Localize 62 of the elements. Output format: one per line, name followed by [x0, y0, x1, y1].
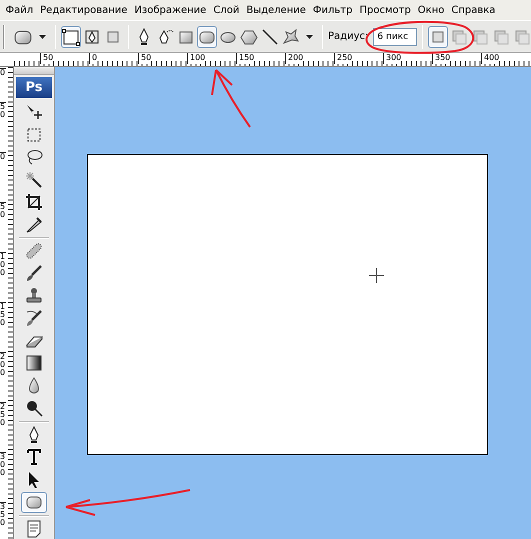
- menu-item[interactable]: Выделение: [242, 4, 310, 16]
- ruler-label: 400: [481, 53, 500, 64]
- panel-header: [14, 67, 54, 76]
- shape-tool-button[interactable]: [197, 26, 217, 48]
- ruler-label: 0: [0, 68, 6, 77]
- menu-item[interactable]: Просмотр: [356, 4, 414, 16]
- shape-layer-icon: [62, 28, 80, 46]
- annotation-arrow: [211, 69, 251, 128]
- menu-item[interactable]: Файл: [2, 4, 37, 16]
- brush-icon: [25, 309, 43, 328]
- ruler-label: 50: [138, 53, 152, 64]
- ruler-label: 200: [0, 352, 6, 377]
- ruler-label: 350: [0, 502, 6, 527]
- dropdown-caret-icon: [39, 34, 46, 38]
- ruler-label: 100: [0, 252, 6, 277]
- menu-item[interactable]: Фильтр: [309, 4, 356, 16]
- ruler-label: 0: [89, 53, 98, 64]
- menu-item[interactable]: Изображение: [130, 4, 210, 16]
- ruler-label: 150: [0, 302, 6, 327]
- ruler-label: 300: [383, 53, 402, 64]
- ruler-label: 250: [0, 402, 6, 427]
- ruler-label: 50: [0, 102, 6, 119]
- hexagon-icon: [240, 28, 258, 46]
- round-tool-icon: [25, 399, 43, 418]
- ruler-label: 250: [334, 53, 352, 64]
- radius-field[interactable]: 6 пикс: [373, 28, 418, 46]
- magic-wand-icon: [25, 170, 43, 188]
- letter-tool-icon: [25, 448, 43, 466]
- overlapping-squares-icon: [513, 28, 531, 46]
- combine-mode-button[interactable]: [428, 26, 448, 48]
- path-icon: [83, 28, 101, 46]
- ruler-label: 200: [285, 53, 304, 64]
- ruler-label: 50: [0, 202, 6, 219]
- ruler-label: 150: [236, 53, 254, 64]
- dropdown-caret-icon: [306, 34, 313, 38]
- brush-icon: [25, 264, 43, 282]
- crop-icon: [25, 193, 43, 211]
- crosshair-cursor-icon: [369, 268, 384, 283]
- ruler-label: 100: [187, 53, 206, 64]
- overlapping-squares-icon: [471, 28, 490, 46]
- ruler-label: 50: [40, 53, 54, 64]
- ruler-label: 300: [0, 452, 6, 477]
- move-arrow-icon: [25, 103, 43, 121]
- knife-icon: [25, 216, 43, 234]
- lasso-icon: [25, 148, 43, 166]
- path-mode-button[interactable]: [61, 26, 81, 48]
- gradient-icon: [25, 354, 43, 372]
- toolbox-tool[interactable]: [21, 492, 47, 513]
- note-icon: [25, 520, 43, 538]
- ruler-label: 0: [0, 152, 6, 161]
- menu-item[interactable]: Слой: [210, 4, 243, 16]
- app-logo: Ps: [16, 77, 52, 98]
- dashed-rectangle-icon: [25, 126, 43, 144]
- stamp-icon: [25, 286, 43, 305]
- blob-shape-icon: [282, 28, 300, 46]
- overlapping-squares-icon: [450, 28, 468, 46]
- ruler-label: 350: [432, 53, 450, 64]
- menu-item[interactable]: Редактирование: [36, 4, 131, 16]
- line-icon: [261, 28, 279, 46]
- menu-item[interactable]: Справка: [448, 4, 499, 16]
- menu-item[interactable]: Окно: [414, 4, 448, 16]
- overlapping-squares-icon: [492, 28, 510, 46]
